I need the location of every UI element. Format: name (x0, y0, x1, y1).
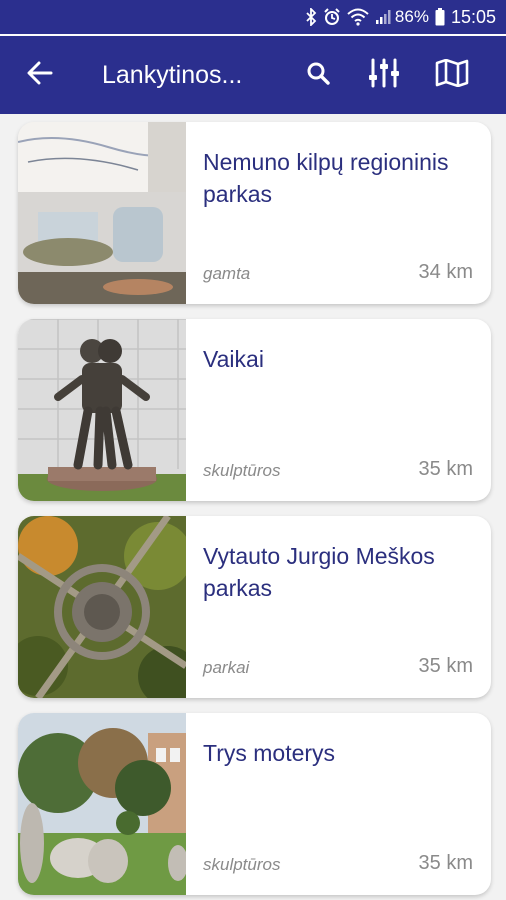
clock: 15:05 (450, 6, 496, 27)
place-category: skulptūros (203, 855, 281, 874)
app-bar: Lankytinos... (0, 36, 506, 114)
place-name: Vytauto Jurgio Meškos parkas (203, 543, 435, 601)
place-distance: 35 km (418, 655, 473, 677)
place-photo-park-aerial (18, 516, 186, 698)
map-button[interactable] (418, 36, 486, 114)
place-name: Trys moterys (203, 740, 336, 766)
alarm-icon (323, 8, 341, 26)
filter-sliders-icon (368, 58, 400, 93)
place-photo-children-sculpture (18, 319, 186, 501)
place-photo-stone-sculptures (18, 713, 186, 895)
page-title: Lankytinos... (102, 60, 243, 89)
bluetooth-icon (305, 8, 317, 26)
back-arrow-icon (27, 61, 53, 90)
place-card-meskos-parkas[interactable]: Vytauto Jurgio Meškos parkas parkai 35 k… (18, 516, 491, 698)
place-card-nemuno[interactable]: Nemuno kilpų regioninis parkas gamta 34 … (18, 122, 491, 304)
place-info: Trys moterys skulptūros 35 km (186, 713, 491, 895)
place-info: Nemuno kilpų regioninis parkas gamta 34 … (186, 122, 491, 304)
search-button[interactable] (286, 36, 350, 114)
search-icon (306, 61, 330, 90)
battery-icon (435, 8, 445, 26)
battery-percent: 86% (394, 7, 429, 26)
place-photo-museum-interior (18, 122, 186, 304)
places-list: Nemuno kilpų regioninis parkas gamta 34 … (18, 122, 491, 900)
place-category: parkai (203, 658, 250, 677)
place-info: Vytauto Jurgio Meškos parkas parkai 35 k… (186, 516, 491, 698)
filter-button[interactable] (350, 36, 418, 114)
place-distance: 35 km (418, 458, 473, 480)
place-info: Vaikai skulptūros 35 km (186, 319, 491, 501)
place-category: gamta (203, 264, 251, 283)
back-button[interactable] (0, 36, 80, 114)
status-bar: 86% 15:05 (0, 0, 506, 34)
place-name: Nemuno kilpų regioninis parkas (203, 149, 449, 207)
place-category: skulptūros (203, 461, 281, 480)
place-distance: 34 km (418, 261, 473, 283)
map-icon (435, 58, 469, 92)
place-distance: 35 km (418, 852, 473, 874)
place-card-trys-moterys[interactable]: Trys moterys skulptūros 35 km (18, 713, 491, 895)
place-name: Vaikai (203, 346, 264, 372)
place-card-vaikai[interactable]: Vaikai skulptūros 35 km (18, 319, 491, 501)
signal-icon (375, 9, 391, 25)
wifi-icon (347, 8, 369, 26)
